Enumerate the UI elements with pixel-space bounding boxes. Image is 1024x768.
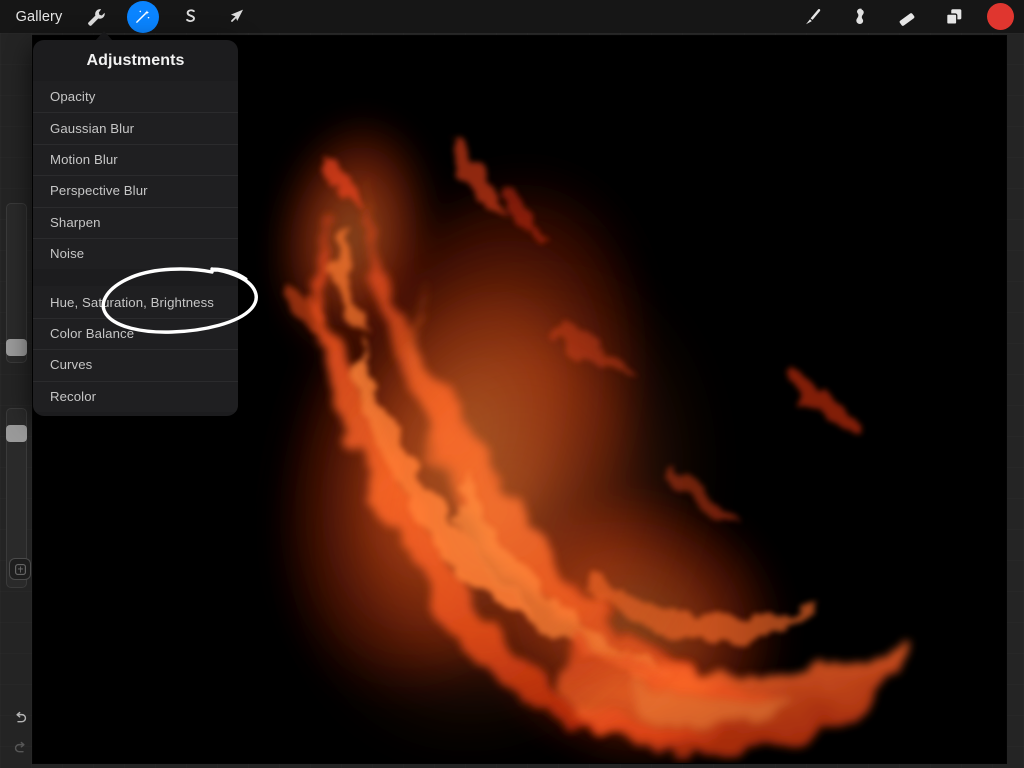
- color-swatch-circle[interactable]: [987, 3, 1014, 30]
- menu-item-noise[interactable]: Noise: [33, 237, 238, 270]
- menu-item-perspective-blur[interactable]: Perspective Blur: [33, 175, 238, 207]
- gallery-label: Gallery: [15, 8, 63, 25]
- menu-item-label: Sharpen: [50, 214, 101, 230]
- layers-icon: [945, 8, 961, 25]
- menu-item-label: Gaussian Blur: [50, 120, 135, 136]
- menu-group-separator: [33, 269, 238, 286]
- s-curve-selection-icon: [185, 8, 195, 22]
- brush-opacity-slider-handle[interactable]: [6, 425, 27, 442]
- undo-button[interactable]: [8, 706, 32, 730]
- procreate-app-window: Gallery Adjustments Opacity Gaussian Blu…: [0, 0, 1024, 768]
- wrench-icon: [87, 8, 105, 26]
- paintbrush-icon: [805, 8, 820, 24]
- menu-item-label: Motion Blur: [50, 151, 118, 167]
- erase-button[interactable]: [883, 0, 930, 33]
- modify-square-icon: [14, 563, 26, 575]
- menu-item-label: Noise: [50, 246, 85, 262]
- redo-arrow-icon: [14, 741, 25, 752]
- top-toolbar: Gallery: [0, 0, 1024, 33]
- adjustments-popover: Adjustments Opacity Gaussian Blur Motion…: [33, 40, 238, 416]
- menu-item-label: Color Balance: [50, 325, 135, 341]
- adjustments-active-pill: [126, 0, 159, 33]
- smudge-button[interactable]: [836, 0, 883, 33]
- menu-item-motion-blur[interactable]: Motion Blur: [33, 143, 238, 176]
- adjustments-group-filters: Opacity Gaussian Blur Motion Blur Perspe…: [33, 81, 238, 270]
- popover-title: Adjustments: [86, 52, 185, 69]
- selection-button[interactable]: [166, 0, 213, 33]
- brush-size-slider-handle[interactable]: [6, 339, 27, 356]
- undo-arrow-icon: [15, 711, 26, 722]
- menu-item-opacity[interactable]: Opacity: [33, 81, 238, 113]
- adjustments-group-color: Hue, Saturation, Brightness Color Balanc…: [33, 286, 238, 412]
- modify-button[interactable]: [9, 558, 31, 580]
- menu-item-recolor[interactable]: Recolor: [33, 380, 238, 412]
- redo-button[interactable]: [8, 736, 32, 760]
- layers-button[interactable]: [930, 0, 977, 33]
- menu-item-label: Perspective Blur: [50, 183, 148, 199]
- menu-item-sharpen[interactable]: Sharpen: [33, 206, 238, 238]
- adjustments-button[interactable]: [119, 0, 166, 33]
- magic-wand-icon: [136, 10, 150, 23]
- menu-item-curves[interactable]: Curves: [33, 349, 238, 381]
- menu-item-label: Hue, Saturation, Brightness: [50, 294, 214, 310]
- menu-item-color-balance[interactable]: Color Balance: [33, 317, 238, 350]
- transform-button[interactable]: [213, 0, 260, 33]
- menu-item-gaussian-blur[interactable]: Gaussian Blur: [33, 112, 238, 144]
- left-sidebar: [0, 33, 33, 768]
- gallery-button[interactable]: Gallery: [6, 0, 72, 33]
- smudge-finger-icon: [855, 8, 864, 24]
- toolbar-left-group: Gallery: [0, 0, 260, 33]
- actions-button[interactable]: [72, 0, 119, 33]
- brush-controls: [4, 203, 31, 752]
- toolbar-right-group: [789, 0, 1024, 33]
- menu-item-hue-saturation-brightness[interactable]: Hue, Saturation, Brightness: [33, 286, 238, 318]
- menu-item-label: Recolor: [50, 388, 97, 404]
- menu-item-label: Opacity: [50, 89, 96, 105]
- arrow-cursor-icon: [230, 9, 244, 22]
- paint-button[interactable]: [789, 0, 836, 33]
- menu-item-label: Curves: [50, 357, 93, 373]
- eraser-icon: [899, 12, 914, 26]
